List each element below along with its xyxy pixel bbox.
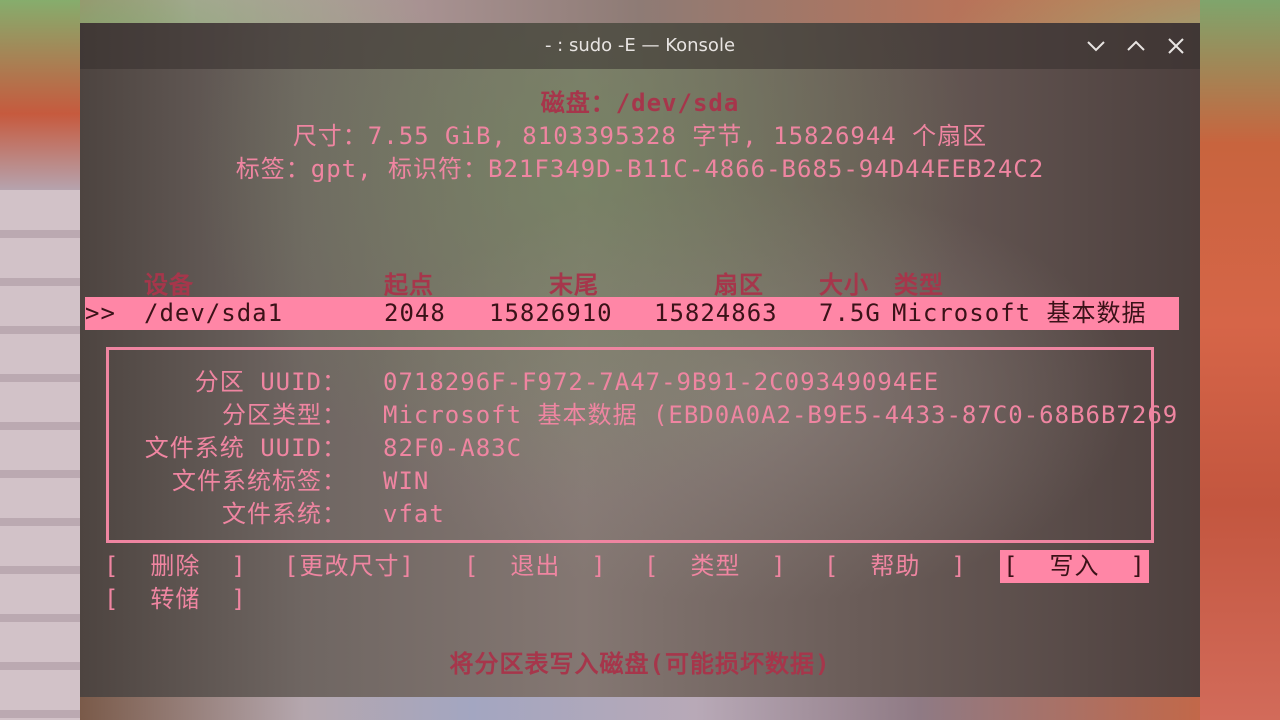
type-button[interactable]: [ 类型 ]	[644, 550, 787, 583]
konsole-window: - : sudo -E — Konsole 磁盘：/dev/sda 尺寸：7.5…	[80, 23, 1200, 697]
write-button[interactable]: [ 写入 ]	[1000, 550, 1149, 583]
col-header-end: 末尾	[549, 271, 599, 299]
part-uuid-value: 0718296F-F972-7A47-9B91-2C09349094EE	[383, 368, 940, 396]
wallpaper-right	[1200, 0, 1280, 720]
col-header-sectors: 扇区	[714, 271, 764, 299]
quit-button[interactable]: [ 退出 ]	[464, 550, 607, 583]
fs-uuid-label: 文件系统 UUID：	[144, 434, 347, 462]
close-icon	[1168, 38, 1184, 54]
disk-label-line: 标签：gpt, 标识符：B21F349D-B11C-4866-B685-94D4…	[235, 155, 1045, 183]
close-button[interactable]	[1164, 34, 1188, 58]
cell-sectors: 15824863	[654, 299, 778, 327]
col-header-device: 设备	[144, 271, 194, 299]
wallpaper-left	[0, 190, 80, 720]
cell-end: 15826910	[489, 299, 613, 327]
dump-button[interactable]: [ 转储 ]	[104, 583, 247, 616]
fs-label-label: 文件系统标签：	[172, 467, 347, 495]
part-type-label: 分区类型：	[222, 401, 347, 429]
partition-row-selected[interactable]: >> /dev/sda1 2048 15826910 15824863 7.5G…	[85, 297, 1179, 330]
chevron-up-icon	[1127, 40, 1145, 51]
fs-uuid-value: 82F0-A83C	[383, 434, 523, 462]
delete-button[interactable]: [ 删除 ]	[104, 550, 247, 583]
cell-type: Microsoft 基本数据	[892, 299, 1147, 327]
fs-type-label: 文件系统：	[222, 500, 347, 528]
row-marker: >>	[85, 299, 116, 327]
fs-label-value: WIN	[383, 467, 430, 495]
minimize-button[interactable]	[1084, 34, 1108, 58]
wallpaper-bottom	[80, 697, 1200, 720]
cell-size: 7.5G	[819, 299, 881, 327]
part-uuid-label: 分区 UUID：	[194, 368, 347, 396]
part-type-value: Microsoft 基本数据 (EBD0A0A2-B9E5-4433-87C0-…	[383, 401, 1179, 429]
cell-device: /dev/sda1	[144, 299, 284, 327]
fs-type-value: vfat	[383, 500, 445, 528]
col-header-size: 大小	[819, 271, 869, 299]
cell-start: 2048	[384, 299, 446, 327]
chevron-down-icon	[1087, 41, 1105, 52]
maximize-button[interactable]	[1124, 34, 1148, 58]
window-title: - : sudo -E — Konsole	[544, 35, 736, 56]
partition-details-box: 分区 UUID： 0718296F-F972-7A47-9B91-2C09349…	[106, 347, 1177, 543]
disk-size-line: 尺寸：7.55 GiB, 8103395328 字节, 15826944 个扇区	[292, 122, 988, 150]
disk-heading: 磁盘：/dev/sda	[540, 89, 740, 117]
terminal-area[interactable]: 磁盘：/dev/sda 尺寸：7.55 GiB, 8103395328 字节, …	[80, 69, 1200, 697]
status-hint: 将分区表写入磁盘(可能损坏数据)	[449, 650, 831, 678]
title-bar[interactable]: - : sudo -E — Konsole	[80, 23, 1200, 69]
resize-button[interactable]: [更改尺寸]	[284, 550, 415, 583]
col-header-type: 类型	[894, 271, 944, 299]
col-header-start: 起点	[384, 271, 434, 299]
wallpaper-left-top	[0, 0, 80, 190]
help-button[interactable]: [ 帮助 ]	[824, 550, 967, 583]
